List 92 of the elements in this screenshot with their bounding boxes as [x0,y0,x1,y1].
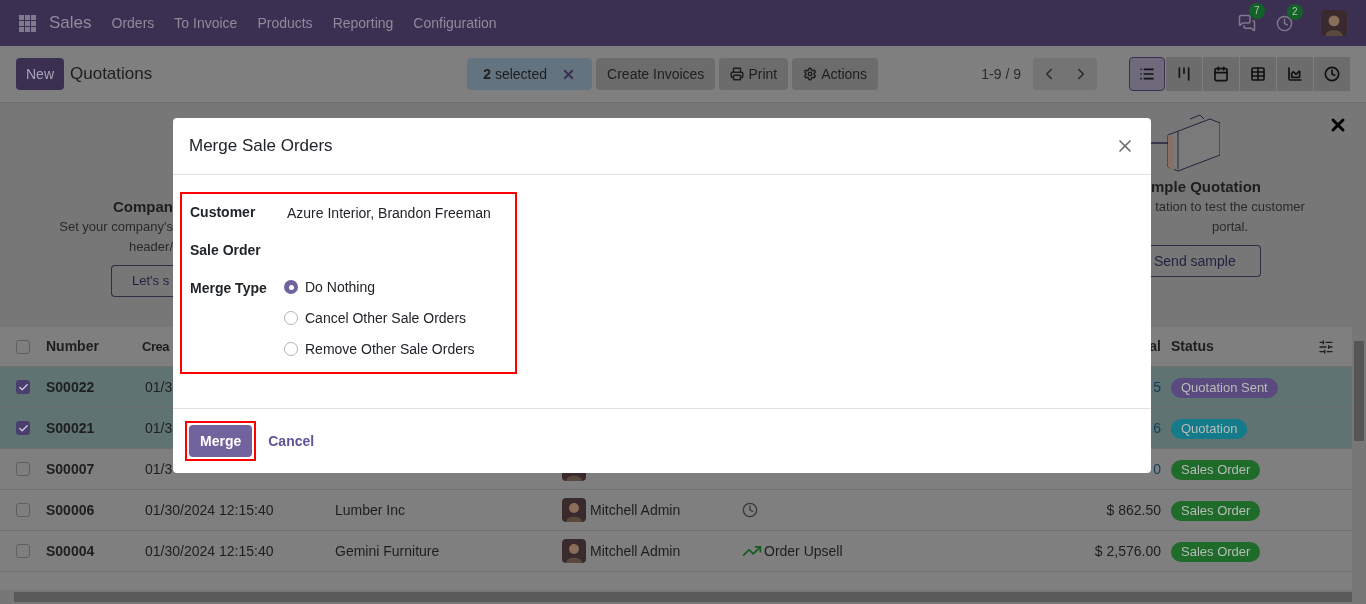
order-number: S00007 [46,459,96,479]
checkbox[interactable] [16,339,30,354]
clock-icon[interactable] [1276,14,1293,32]
radio-option[interactable]: Do Nothing [284,278,475,296]
column-header[interactable]: Status [1161,336,1214,357]
total-cell-text: 6 [1153,418,1161,438]
radio-button[interactable] [284,311,298,325]
status-badge: Sales Order [1171,459,1261,480]
merge-button[interactable]: Merge [189,425,253,457]
order-number: S00022 [46,377,96,397]
view-switch-button[interactable] [1314,57,1350,91]
menu-item[interactable]: Reporting [322,12,404,34]
total-cell-text: $ 862.50 [1106,500,1161,520]
helper-title: mple Quotation [1151,177,1261,197]
gear-icon [803,67,818,81]
order-number: S00021 [46,418,96,438]
pivot-view-icon [1250,66,1266,82]
menu-item[interactable]: Orders [101,12,165,34]
action-button[interactable]: Print [719,58,789,90]
radio-button[interactable] [284,280,298,294]
app-name[interactable]: Sales [49,10,92,36]
chat-icon[interactable] [1238,14,1256,32]
status-badge: Sales Order [1171,500,1261,521]
briefcase-drawing [1150,113,1220,173]
kanban-view-icon [1176,66,1192,82]
menu-item[interactable]: To Invoice [164,12,248,34]
checkbox[interactable] [16,380,30,394]
cancel-button[interactable]: Cancel [266,425,317,457]
customer-cell: Lumber Inc [335,501,406,518]
helper-text: header/ [128,238,173,256]
page-title: Quotations [70,63,153,86]
helper-title: Compan [113,197,173,217]
salesperson-cell-text: Mitchell Admin [590,541,681,561]
action-button[interactable]: Actions [792,58,879,90]
checkbox[interactable] [16,544,30,558]
pager-text: 1-9 / 9 [981,64,1021,84]
salesperson-cell-text: Mitchell Admin [590,500,681,520]
total-cell-text: $ 2,576.00 [1094,541,1161,561]
badge: 7 [1249,3,1265,19]
total-cell-text: 0 [1153,459,1161,479]
activity-view-icon [1324,66,1340,82]
badge: 2 [1287,3,1303,20]
radio-button[interactable] [284,342,298,356]
status-badge: Quotation Sent [1171,377,1278,398]
table-row[interactable]: S00006 01/30/2024 12:15:40 Lumber Inc Mitchell Admin $ 862.50 Sales Order [0,490,1352,531]
radio-option[interactable]: Cancel Other Sale Orders [284,309,475,327]
customer-cell: Gemini Furniture [335,542,440,559]
printer-icon [730,67,745,81]
column-header[interactable]: Crea [142,339,169,354]
total-cell-text: 5 [1153,377,1161,397]
column-header[interactable]: Number [46,338,99,354]
field-label: Sale Order [190,241,262,260]
avatar-icon [1321,10,1347,36]
activity-text: Order Upsell [764,541,843,561]
view-switch-button[interactable] [1240,57,1276,91]
table-row[interactable]: S00004 01/30/2024 12:15:40 Gemini Furniture Mitchell Admin Order Upsell $ 2,576.00 Sales Order [0,531,1352,572]
dialog-title: Merge Sale Orders [189,135,333,158]
clock-icon[interactable] [742,502,758,518]
date-cell-text: 01/30/2024 12:15:40 [145,500,275,520]
date-cell-text: 01/3 [145,377,174,397]
view-switch-button[interactable] [1203,57,1239,91]
view-switch-button[interactable] [1277,57,1313,91]
menu-item[interactable]: Products [247,12,323,34]
selection-count: 2 selected [483,64,548,84]
helper-text: Set your company's [59,218,173,236]
list-view-icon [1139,66,1155,82]
order-number: S00006 [46,500,96,520]
menu-item[interactable]: Configuration [403,12,507,34]
helper-text: tation to test the customer [1155,198,1305,216]
checkbox[interactable] [16,421,30,435]
calendar-view-icon [1213,66,1229,82]
date-cell-text: 01/3 [145,418,174,438]
graph-view-icon [1287,66,1303,82]
order-number: S00004 [46,541,96,561]
field-label: Customer [190,203,257,222]
view-switch-button[interactable] [1129,57,1165,91]
radio-option[interactable]: Remove Other Sale Orders [284,340,475,358]
date-cell-text: 01/3 [145,459,174,479]
view-switch-button[interactable] [1166,57,1202,91]
date-cell-text: 01/30/2024 12:15:40 [145,541,275,561]
checkbox[interactable] [16,503,30,517]
action-button[interactable]: Create Invoices [596,58,716,90]
new-button[interactable]: New [16,58,64,90]
status-badge: Sales Order [1171,541,1261,562]
settings-sliders-icon[interactable] [1318,338,1334,355]
status-badge: Quotation [1171,418,1248,439]
helper-text: portal. [1211,218,1249,236]
field-value: Azure Interior, Brandon Freeman [287,204,491,223]
horizontal-scrollbar[interactable] [0,590,1366,604]
checkbox[interactable] [16,462,30,476]
apps-grid-icon[interactable] [19,14,36,32]
field-label: Merge Type [190,279,268,298]
